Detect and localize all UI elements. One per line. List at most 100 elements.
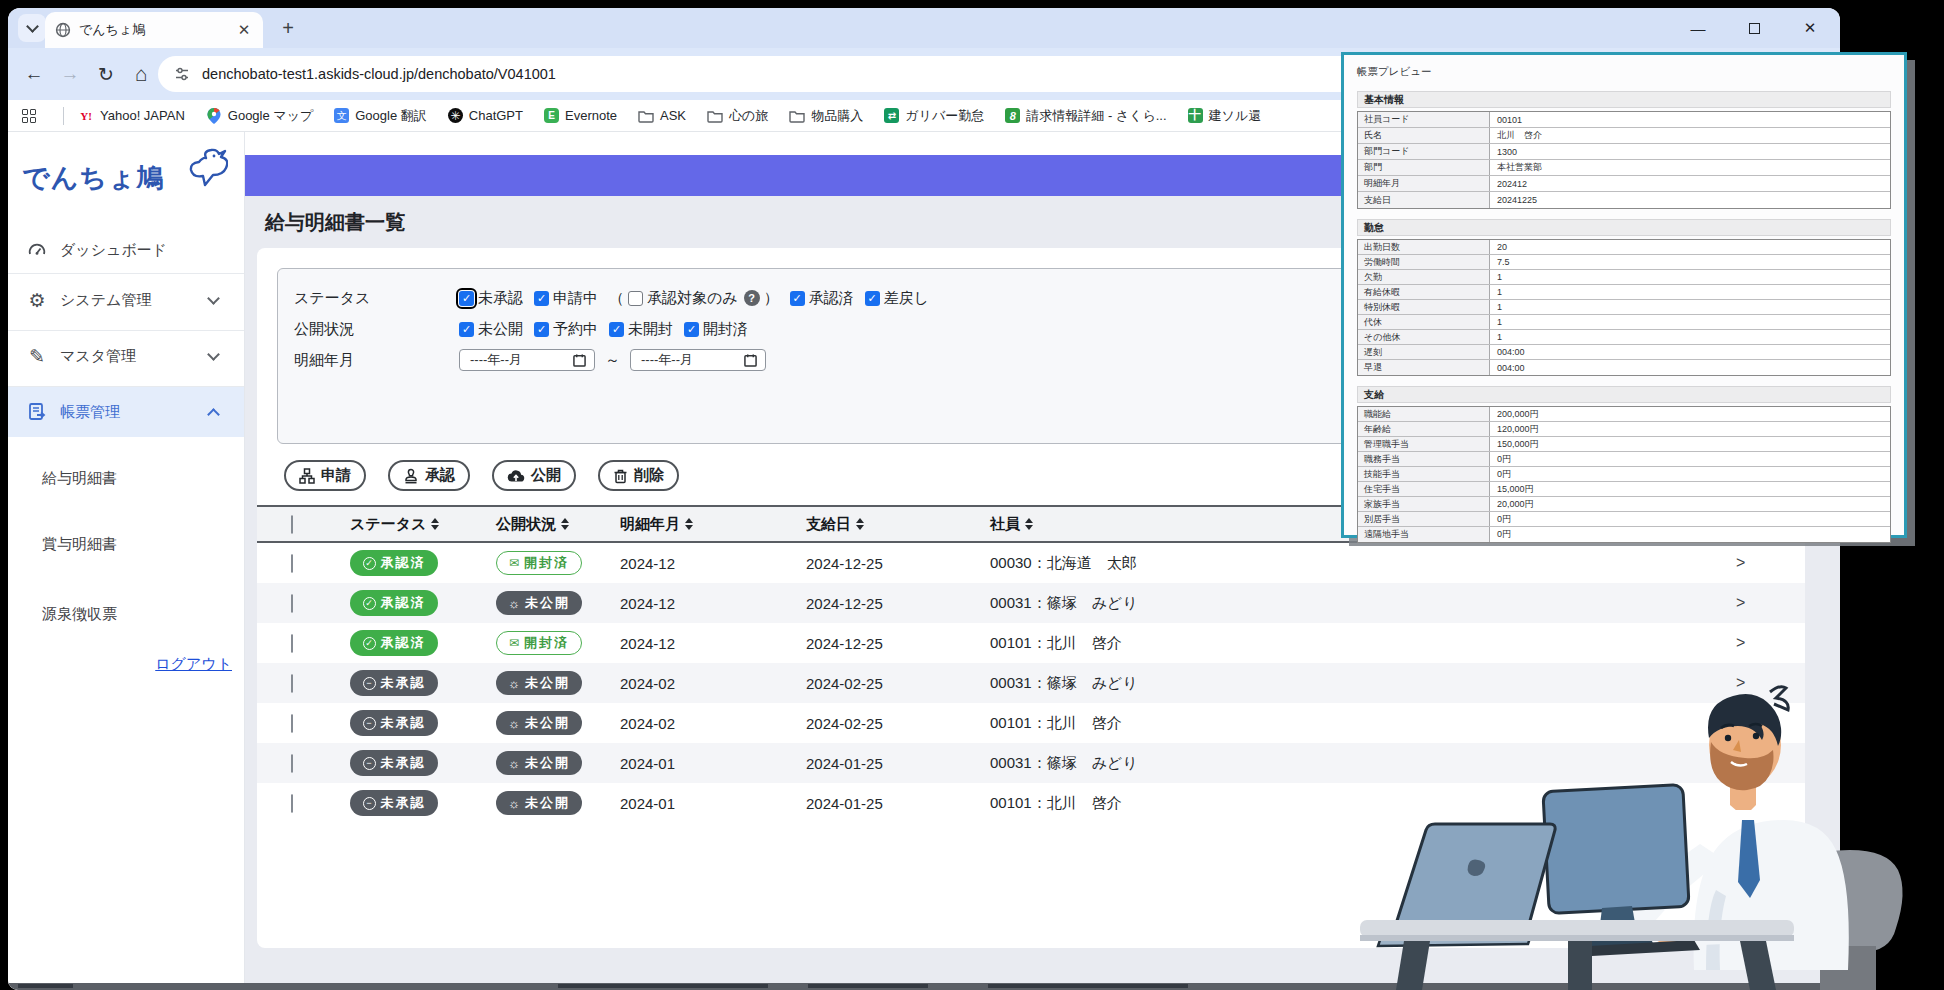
preview-title: 帳票プレビュー <box>1357 65 1891 79</box>
preview-field-value: 1300 <box>1490 144 1890 159</box>
month-cell: 2024-12 <box>620 555 806 572</box>
gear-icon: ⚙ <box>26 289 48 311</box>
reload-button[interactable]: ↻ <box>92 48 120 100</box>
checkbox-approved[interactable]: ✓ <box>790 291 805 306</box>
preview-field-value: 1 <box>1490 285 1890 299</box>
status-filter-label: ステータス <box>294 289 459 308</box>
bookmark-seikyu[interactable]: 8請求情報詳細 - さくら... <box>1005 107 1166 125</box>
filter-unapproved[interactable]: ✓未承認 <box>459 289 523 308</box>
bookmark-kensol[interactable]: 十建ソル還 <box>1188 107 1262 125</box>
window-minimize-button[interactable]: — <box>1686 18 1710 38</box>
checkbox-applying[interactable]: ✓ <box>534 291 549 306</box>
bookmark-buppin[interactable]: 物品購入 <box>789 107 863 125</box>
sidebar-item-bonus-slip[interactable]: 賞与明細書 <box>42 535 117 554</box>
home-button[interactable]: ⌂ <box>127 48 155 100</box>
forward-button[interactable]: → <box>56 48 84 100</box>
column-header-open[interactable]: 公開状況 <box>496 515 620 534</box>
approve-button[interactable]: 承認 <box>388 460 470 491</box>
help-icon[interactable]: ? <box>744 290 760 306</box>
period-from-input[interactable]: ----年--月 <box>459 349 595 371</box>
row-chevron-icon[interactable]: > <box>1736 554 1805 572</box>
preview-field-label: 代休 <box>1358 315 1490 329</box>
preview-field-value: 1 <box>1490 330 1890 344</box>
checkbox-approval-only[interactable] <box>628 291 643 306</box>
bookmark-google-translate[interactable]: 文Google 翻訳 <box>334 107 427 125</box>
apply-button[interactable]: 申請 <box>284 460 366 491</box>
row-checkbox[interactable] <box>291 554 293 573</box>
bookmark-evernote[interactable]: EEvernote <box>544 108 617 123</box>
sidebar-item-system[interactable]: ⚙ システム管理 <box>8 278 244 322</box>
preview-field-value: 00101 <box>1490 112 1890 127</box>
preview-field-label: 氏名 <box>1358 128 1490 143</box>
sidebar-item-report[interactable]: 帳票管理 <box>8 387 244 437</box>
filter-rejected[interactable]: ✓差戻し <box>865 289 929 308</box>
invoice-icon: 8 <box>1005 108 1020 123</box>
column-header-month[interactable]: 明細年月 <box>620 515 806 534</box>
row-checkbox[interactable] <box>291 674 293 693</box>
row-checkbox[interactable] <box>291 754 293 773</box>
bookmark-chatgpt[interactable]: ✳ChatGPT <box>448 108 523 123</box>
row-checkbox[interactable] <box>291 794 293 813</box>
checkbox-opened[interactable]: ✓ <box>684 322 699 337</box>
window-close-button[interactable]: ✕ <box>1798 18 1822 38</box>
back-button[interactable]: ← <box>20 48 48 100</box>
bookmark-gulliver[interactable]: ⇄ガリバー勤怠 <box>884 107 984 125</box>
logo-bird-icon <box>176 148 228 192</box>
sitemap-icon <box>299 468 315 484</box>
open-status-badge: ✉開封済 <box>496 631 582 655</box>
select-all-checkbox[interactable] <box>291 515 293 534</box>
bookmark-yahoo[interactable]: Y!Yahoo! JAPAN <box>78 108 185 124</box>
window-maximize-button[interactable] <box>1742 18 1766 38</box>
delete-button[interactable]: 削除 <box>598 460 679 491</box>
chevron-up-icon <box>207 408 220 421</box>
filter-approval-only[interactable]: （承認対象のみ?） <box>609 289 779 308</box>
preview-field-label: 管理職手当 <box>1358 437 1490 451</box>
sidebar-item-dashboard[interactable]: ダッシュボード <box>8 228 244 272</box>
sidebar-item-master[interactable]: ✎ マスタ管理 <box>8 334 244 378</box>
table-row[interactable]: ✓承認済☼未公開2024-122024-12-2500031：篠塚 みどり> <box>257 583 1805 623</box>
column-header-payday[interactable]: 支給日 <box>806 515 990 534</box>
preview-field-value: 150,000円 <box>1490 437 1890 451</box>
browser-tab[interactable]: でんちょ鳩 ✕ <box>45 12 263 48</box>
new-tab-button[interactable]: + <box>276 16 300 40</box>
tab-search-button[interactable] <box>18 14 46 42</box>
checkbox-unpublished[interactable]: ✓ <box>459 322 474 337</box>
publish-button[interactable]: 公開 <box>492 460 576 491</box>
checkbox-reserved[interactable]: ✓ <box>534 322 549 337</box>
tab-close-icon[interactable]: ✕ <box>235 21 253 39</box>
row-checkbox[interactable] <box>291 634 293 653</box>
checkbox-unopened[interactable]: ✓ <box>609 322 624 337</box>
period-to-input[interactable]: ----年--月 <box>630 349 766 371</box>
sidebar-item-salary-slip[interactable]: 給与明細書 <box>42 469 117 488</box>
table-row[interactable]: ✓承認済✉開封済2024-122024-12-2500030：北海道 太郎> <box>257 543 1805 583</box>
app-logo: でんちょ鳩 <box>22 160 165 196</box>
filter-unopened[interactable]: ✓未開封 <box>609 320 673 339</box>
logout-link[interactable]: ログアウト <box>155 655 232 674</box>
filter-approved[interactable]: ✓承認済 <box>790 289 854 308</box>
month-cell: 2024-01 <box>620 795 806 812</box>
filter-opened[interactable]: ✓開封済 <box>684 320 748 339</box>
preview-field-label: 遅刻 <box>1358 345 1490 359</box>
sidebar-item-withholding-slip[interactable]: 源泉徴収票 <box>42 605 117 624</box>
checkbox-rejected[interactable]: ✓ <box>865 291 880 306</box>
preview-table: 職能給200,000円年齢給120,000円管理職手当150,000円職務手当0… <box>1357 406 1891 543</box>
filter-reserved[interactable]: ✓予約中 <box>534 320 598 339</box>
column-header-status[interactable]: ステータス <box>350 515 496 534</box>
bookmark-kokoro[interactable]: 心の旅 <box>707 107 768 125</box>
preview-field-label: 住宅手当 <box>1358 482 1490 496</box>
preview-field-label: 明細年月 <box>1358 176 1490 191</box>
checkbox-unapproved[interactable]: ✓ <box>459 291 474 306</box>
preview-field-label: その他休 <box>1358 330 1490 344</box>
filter-unpublished[interactable]: ✓未公開 <box>459 320 523 339</box>
row-chevron-icon[interactable]: > <box>1736 594 1805 612</box>
bookmark-google-maps[interactable]: Google マップ <box>206 107 313 125</box>
row-checkbox[interactable] <box>291 714 293 733</box>
bookmark-ask[interactable]: ASK <box>638 108 686 124</box>
preview-field-label: 社員コード <box>1358 112 1490 127</box>
filter-applying[interactable]: ✓申請中 <box>534 289 598 308</box>
apps-grid-icon[interactable] <box>22 109 36 123</box>
preview-field-value: 北川 啓介 <box>1490 128 1890 143</box>
row-checkbox[interactable] <box>291 594 293 613</box>
sort-icon <box>856 518 864 530</box>
preview-field-value: 20 <box>1490 240 1890 254</box>
